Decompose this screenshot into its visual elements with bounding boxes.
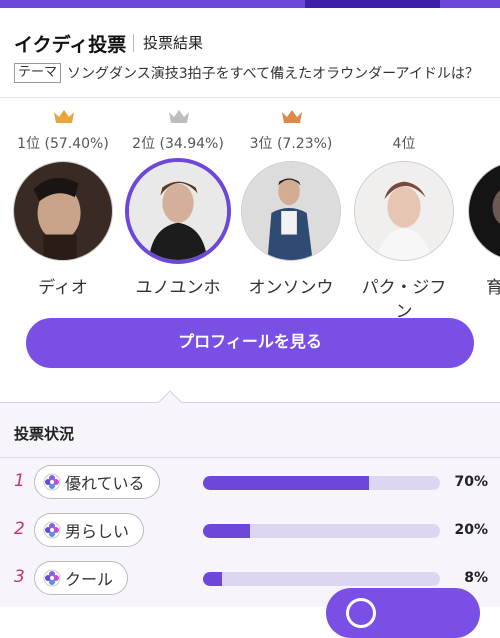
- candidate-photo[interactable]: [468, 161, 500, 261]
- page-header: イクディ投票 投票結果 テーマ ソングダンス演技3拍子をすべて備えたオラウンダー…: [0, 8, 500, 98]
- candidate-name: オンソンウ: [248, 278, 334, 298]
- option-pill[interactable]: 優れている: [34, 465, 160, 499]
- candidate-name: 育: [486, 278, 500, 298]
- vote-percent: 8%: [464, 570, 488, 586]
- candidate-carousel[interactable]: 1位 (57.40%) ディオ 2位 (34.94%) ユノユンホ 3位 (7.…: [0, 98, 500, 318]
- floating-action-button[interactable]: [326, 588, 480, 638]
- title-separator: [133, 34, 134, 52]
- portrait-image: [355, 162, 453, 260]
- option-number: 3: [14, 567, 25, 587]
- option-number: 1: [14, 471, 25, 491]
- portrait-image: [129, 162, 227, 260]
- vote-option-row[interactable]: 2 男らしい 20%: [0, 511, 500, 551]
- portrait-image: [242, 162, 340, 260]
- section-pointer: [158, 390, 182, 403]
- candidate-rank: 2位 (34.94%): [132, 136, 224, 152]
- option-label: 男らしい: [65, 522, 130, 541]
- candidate-rank: 1位 (57.40%): [17, 136, 109, 152]
- page-subtitle: 投票結果: [143, 34, 204, 52]
- vote-percent: 20%: [454, 522, 488, 538]
- candidate-name: ユノユンホ: [135, 278, 221, 298]
- candidate-photo[interactable]: [13, 161, 113, 261]
- option-pill[interactable]: クール: [34, 561, 129, 595]
- gold-crown-icon: [54, 110, 74, 123]
- vote-bar-fill: [203, 572, 222, 586]
- candidate-photo[interactable]: [354, 161, 454, 261]
- vote-option-row[interactable]: 1 優れている 70%: [0, 463, 500, 503]
- theme-tag: テーマ: [14, 63, 62, 83]
- vote-percent: 70%: [454, 474, 488, 490]
- top-accent-bar: [0, 0, 500, 8]
- candidate-name: ディオ: [38, 278, 88, 298]
- portrait-image: [14, 162, 112, 260]
- flower-icon: [43, 473, 61, 491]
- vote-bar-track: [203, 572, 440, 586]
- bronze-crown-icon: [282, 110, 302, 123]
- circle-icon: [346, 598, 376, 628]
- candidate-rank: 4位: [392, 136, 416, 152]
- silver-crown-icon: [169, 110, 189, 123]
- candidate-photo[interactable]: [241, 161, 341, 261]
- candidate-photo[interactable]: [125, 158, 231, 264]
- vote-bar-fill: [203, 476, 369, 490]
- option-pill[interactable]: 男らしい: [34, 513, 145, 547]
- app-title: イクディ投票: [14, 34, 127, 56]
- vote-bar-fill: [203, 524, 251, 538]
- vote-bar-track: [203, 524, 440, 538]
- top-accent-segment: [305, 0, 440, 8]
- flower-icon: [43, 569, 61, 587]
- option-number: 2: [14, 519, 25, 539]
- flower-icon: [43, 521, 61, 539]
- view-profile-button[interactable]: プロフィールを見る: [26, 318, 474, 368]
- vote-status-title: 投票状況: [14, 425, 75, 443]
- theme-question: ソングダンス演技3拍子をすべて備えたオラウンダーアイドルは？: [67, 66, 479, 82]
- vote-status-section: 投票状況 1 優れている 70% 2 男らしい 20% 3 クール 8%: [0, 402, 500, 607]
- candidate-name: パク・ジフン: [361, 278, 447, 318]
- candidate-rank: 3位 (7.23%): [249, 136, 333, 152]
- theme-row: テーマ ソングダンス演技3拍子をすべて備えたオラウンダーアイドルは？: [14, 63, 479, 83]
- vote-bar-track: [203, 476, 440, 490]
- option-label: 優れている: [65, 474, 145, 493]
- section-divider: [0, 457, 500, 458]
- option-label: クール: [65, 570, 114, 589]
- portrait-image: [469, 162, 500, 260]
